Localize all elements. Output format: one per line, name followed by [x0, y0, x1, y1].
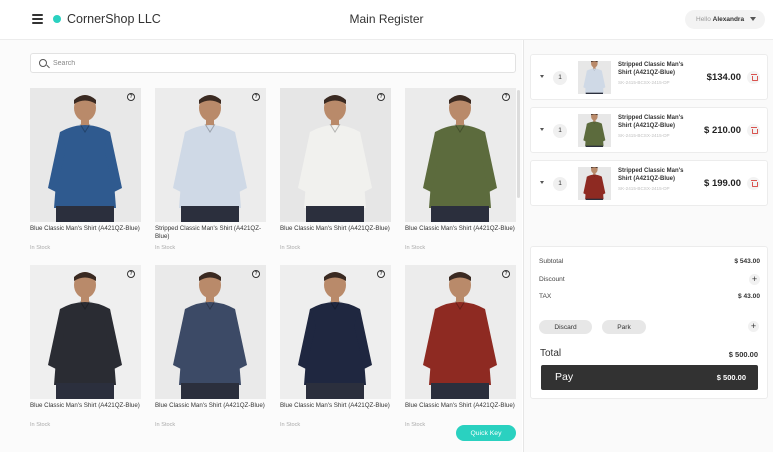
quantity-badge[interactable]: 1 — [553, 177, 567, 191]
quantity-badge[interactable]: 1 — [553, 124, 567, 138]
product-card[interactable]: ? Blue Classic Man's Shirt (A421QZ-Blue) I… — [405, 88, 516, 263]
cart-item-sku: SK-2415-BCSX-2415-DP — [618, 186, 670, 191]
discount-label: Discount — [539, 276, 565, 283]
product-area: ? Blue Classic Man's Shirt (A421QZ-Blue) I… — [0, 40, 522, 452]
trash-icon[interactable] — [747, 124, 760, 137]
product-card[interactable]: ? Stripped Classic Man's Shirt (A421QZ-Bl… — [155, 88, 266, 263]
cart-item-sku: SK-2415-BCSX-2415-DP — [618, 80, 670, 85]
product-image — [155, 88, 266, 222]
cart-item-image — [578, 114, 611, 147]
search-bar[interactable] — [30, 53, 516, 73]
stock-status: In Stock — [405, 245, 426, 251]
quantity-badge[interactable]: 1 — [553, 71, 567, 85]
chevron-down-icon[interactable] — [540, 181, 544, 184]
subtotal-value: $ 543.00 — [734, 258, 760, 265]
cart-item-price: $ 210.00 — [704, 125, 741, 136]
product-card[interactable]: ? Blue Classic Man's Shirt (A421QZ-Blue) I… — [30, 265, 141, 440]
product-image — [280, 265, 391, 399]
cart-item: 1 Stripped Classic Man's Shirt (A421QZ-Bl… — [530, 160, 768, 206]
quick-key-button[interactable]: Quick Key — [456, 425, 516, 441]
search-icon — [39, 59, 47, 67]
subtotal-row: Subtotal $ 543.00 — [539, 258, 760, 265]
pay-button[interactable]: Pay $ 500.00 — [541, 365, 758, 390]
cart-item-name: Stripped Classic Man's Shirt (A421QZ-Blu… — [618, 115, 684, 129]
page-title: Main Register — [349, 12, 424, 26]
chevron-down-icon — [750, 17, 756, 21]
cart-item: 1 Stripped Classic Man's Shirt (A421QZ-Bl… — [530, 54, 768, 100]
scrollbar[interactable] — [517, 90, 520, 198]
info-icon[interactable]: ? — [502, 270, 510, 278]
user-menu[interactable]: Hello Alexandra — [685, 10, 765, 29]
tax-row: TAX $ 43.00 — [539, 293, 760, 300]
product-name: Blue Classic Man's Shirt (A421QZ-Blue) — [280, 402, 390, 409]
product-image — [280, 88, 391, 222]
add-note-button[interactable]: + — [748, 321, 759, 332]
product-image — [405, 265, 516, 399]
chevron-down-icon[interactable] — [540, 128, 544, 131]
total-value: $ 500.00 — [728, 350, 758, 359]
add-discount-button[interactable]: + — [749, 274, 760, 285]
cart-item-price: $ 199.00 — [704, 178, 741, 189]
info-icon[interactable]: ? — [252, 93, 260, 101]
cart-item-sku: SK-2415-BCSX-2415-DP — [618, 133, 670, 138]
product-image — [30, 88, 141, 222]
user-greeting: Hello — [696, 16, 711, 23]
product-card[interactable]: ? Blue Classic Man's Shirt (A421QZ-Blue) I… — [155, 265, 266, 440]
info-icon[interactable]: ? — [127, 270, 135, 278]
user-name: Alexandra — [712, 16, 745, 23]
product-name: Blue Classic Man's Shirt (A421QZ-Blue) — [30, 402, 140, 409]
cart-item-name: Stripped Classic Man's Shirt (A421QZ-Blu… — [618, 62, 684, 76]
product-card[interactable]: ? Blue Classic Man's Shirt (A421QZ-Blue) I… — [280, 265, 391, 440]
subtotal-label: Subtotal — [539, 258, 564, 265]
cart-item-image — [578, 61, 611, 94]
info-icon[interactable]: ? — [252, 270, 260, 278]
stock-status: In Stock — [405, 422, 426, 428]
total-label: Total — [540, 348, 562, 359]
pay-label: Pay — [555, 371, 574, 383]
product-name: Stripped Classic Man's Shirt (A421QZ-Blu… — [155, 225, 262, 240]
stock-status: In Stock — [30, 422, 51, 428]
cart-item: 1 Stripped Classic Man's Shirt (A421QZ-Bl… — [530, 107, 768, 153]
cart-item-name: Stripped Classic Man's Shirt (A421QZ-Blu… — [618, 168, 684, 182]
product-card[interactable]: ? Blue Classic Man's Shirt (A421QZ-Blue) I… — [280, 88, 391, 263]
info-icon[interactable]: ? — [377, 93, 385, 101]
top-bar: CornerShop LLC Main Register Hello Alexa… — [0, 0, 773, 40]
pay-amount: $ 500.00 — [716, 373, 746, 382]
product-name: Blue Classic Man's Shirt (A421QZ-Blue) — [405, 402, 515, 409]
tax-label: TAX — [539, 293, 552, 300]
product-name: Blue Classic Man's Shirt (A421QZ-Blue) — [155, 402, 265, 409]
discount-row: Discount + — [539, 274, 760, 285]
cart-item-price: $134.00 — [706, 72, 741, 83]
trash-icon[interactable] — [747, 177, 760, 190]
search-input[interactable] — [53, 56, 493, 70]
cart-panel: 1 Stripped Classic Man's Shirt (A421QZ-Bl… — [523, 40, 773, 452]
park-button[interactable]: Park — [602, 320, 646, 334]
info-icon[interactable]: ? — [502, 93, 510, 101]
product-name: Blue Classic Man's Shirt (A421QZ-Blue) — [280, 225, 390, 232]
tax-value: $ 43.00 — [738, 293, 760, 300]
stock-status: In Stock — [30, 245, 51, 251]
product-image — [405, 88, 516, 222]
product-card[interactable]: ? Blue Classic Man's Shirt (A421QZ-Blue) I… — [30, 88, 141, 263]
product-image — [155, 265, 266, 399]
chevron-down-icon[interactable] — [540, 75, 544, 78]
cart-item-image — [578, 167, 611, 200]
product-image — [30, 265, 141, 399]
stock-status: In Stock — [280, 245, 301, 251]
stock-status: In Stock — [280, 422, 301, 428]
stock-status: In Stock — [155, 422, 176, 428]
discard-button[interactable]: Discard — [539, 320, 592, 334]
trash-icon[interactable] — [747, 71, 760, 84]
info-icon[interactable]: ? — [377, 270, 385, 278]
order-summary: Subtotal $ 543.00 Discount + TAX $ 43.00… — [530, 246, 768, 399]
product-name: Blue Classic Man's Shirt (A421QZ-Blue) — [30, 225, 140, 232]
info-icon[interactable]: ? — [127, 93, 135, 101]
product-card[interactable]: ? Blue Classic Man's Shirt (A421QZ-Blue) I… — [405, 265, 516, 440]
product-name: Blue Classic Man's Shirt (A421QZ-Blue) — [405, 225, 515, 232]
stock-status: In Stock — [155, 245, 176, 251]
